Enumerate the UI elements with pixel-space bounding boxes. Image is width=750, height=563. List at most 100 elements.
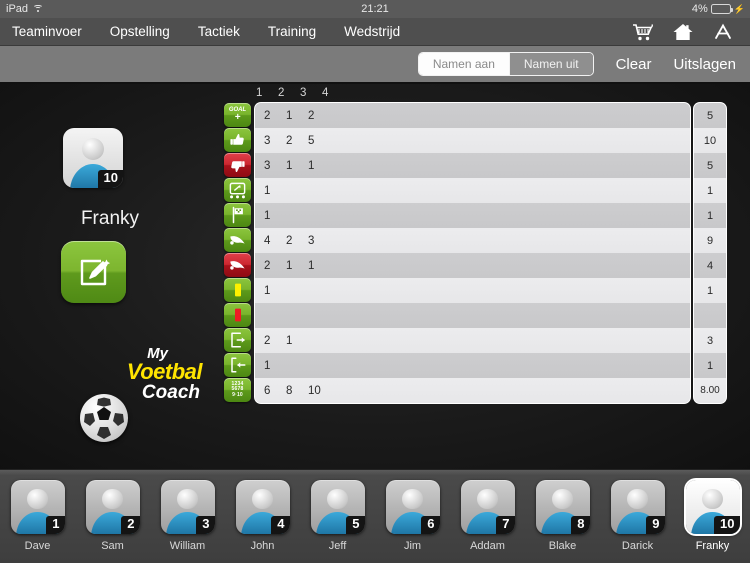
stats-cell[interactable]: 10 xyxy=(308,385,330,397)
player-number: 7 xyxy=(496,516,515,534)
stats-total-row: 9 xyxy=(694,228,726,253)
nav-item-teaminvoer[interactable]: Teaminvoer xyxy=(0,24,96,39)
stats-grid: 2 1 2 3 2 5 3 1 1 1 1 4 2 3 2 1 1 1 2 1 1 6 8 10 xyxy=(255,103,690,403)
stats-cell[interactable]: 3 xyxy=(264,135,286,147)
player-number: 5 xyxy=(346,516,365,534)
stats-cell[interactable]: 8 xyxy=(286,385,308,397)
stats-row[interactable]: 1 xyxy=(255,178,690,203)
substitute-out-icon[interactable] xyxy=(224,328,251,352)
player-avatar[interactable]: 4 xyxy=(235,480,290,534)
stats-total-value: 3 xyxy=(706,334,714,347)
stats-row[interactable]: 21 xyxy=(255,328,690,353)
stats-cell[interactable]: 3 xyxy=(308,235,330,247)
player-slot-5[interactable]: 5 Jeff xyxy=(304,480,372,552)
logo-wordmark: My Voetbal Coach xyxy=(127,346,203,403)
player-slot-6[interactable]: 6 Jim xyxy=(379,480,447,552)
battery-percent-label: 4% xyxy=(691,3,708,15)
stats-row[interactable]: 325 xyxy=(255,128,690,153)
uitslagen-button[interactable]: Uitslagen xyxy=(673,56,736,73)
player-avatar[interactable]: 1 xyxy=(10,480,65,534)
stats-cell[interactable]: 1 xyxy=(264,210,286,222)
home-icon[interactable] xyxy=(672,21,694,43)
clear-button[interactable]: Clear xyxy=(616,56,652,73)
stats-cell[interactable]: 1 xyxy=(308,160,330,172)
stats-cell[interactable]: 2 xyxy=(286,135,308,147)
stats-cell[interactable]: 1 xyxy=(286,260,308,272)
assist-pass-icon[interactable] xyxy=(224,178,251,202)
player-number: 2 xyxy=(121,516,140,534)
kick-shot-red-icon[interactable] xyxy=(224,253,251,277)
thumbs-down-icon[interactable] xyxy=(224,153,251,177)
edit-player-button[interactable] xyxy=(61,241,126,303)
substitute-in-icon[interactable] xyxy=(224,353,251,377)
segment-namen-aan[interactable]: Namen aan xyxy=(418,53,509,75)
stats-cell[interactable]: 5 xyxy=(308,135,330,147)
player-avatar[interactable]: 6 xyxy=(385,480,440,534)
stats-row[interactable]: 311 xyxy=(255,153,690,178)
stats-row[interactable]: 211 xyxy=(255,253,690,278)
player-slot-7[interactable]: 7 Addam xyxy=(454,480,522,552)
goal-plus-icon[interactable]: GOAL + xyxy=(224,103,251,127)
player-avatar[interactable]: 8 xyxy=(535,480,590,534)
red-card-icon[interactable] xyxy=(224,303,251,327)
player-selector-bar: 1 Dave 2 Sam 3 William 4 John 5 Jeff 6 Jim 7 Addam 8 Bl… xyxy=(0,469,750,563)
stats-cell[interactable]: 1 xyxy=(264,360,286,372)
shopping-cart-icon[interactable] xyxy=(632,21,654,43)
player-name-label: Blake xyxy=(548,540,577,552)
nav-item-wedstrijd[interactable]: Wedstrijd xyxy=(330,24,414,39)
stats-cell[interactable]: 1 xyxy=(286,335,308,347)
player-slot-10[interactable]: 10 Franky xyxy=(679,480,747,552)
selected-player-avatar[interactable]: 10 xyxy=(63,128,123,188)
player-slot-1[interactable]: 1 Dave xyxy=(4,480,72,552)
names-toggle-segmented-control[interactable]: Namen aan Namen uit xyxy=(417,52,594,76)
kick-shot-green-icon[interactable] xyxy=(224,228,251,252)
stats-cell[interactable]: 4 xyxy=(264,235,286,247)
stats-cell[interactable]: 2 xyxy=(264,335,286,347)
stats-cell[interactable]: 1 xyxy=(264,185,286,197)
stats-cell[interactable]: 2 xyxy=(264,260,286,272)
player-avatar[interactable]: 2 xyxy=(85,480,140,534)
player-slot-9[interactable]: 9 Darick xyxy=(604,480,672,552)
thumbs-up-icon[interactable] xyxy=(224,128,251,152)
column-header-1: 1 xyxy=(256,87,263,99)
stats-cell[interactable]: 1 xyxy=(286,160,308,172)
yellow-card-icon[interactable] xyxy=(224,278,251,302)
main-nav-bar: Teaminvoer Opstelling Tactiek Training W… xyxy=(0,18,750,46)
player-name-label: Jeff xyxy=(328,540,347,552)
player-avatar[interactable]: 5 xyxy=(310,480,365,534)
stats-row[interactable]: 1 xyxy=(255,203,690,228)
player-avatar[interactable]: 9 xyxy=(610,480,665,534)
player-number: 6 xyxy=(421,516,440,534)
player-avatar[interactable]: 10 xyxy=(685,480,740,534)
nav-item-opstelling[interactable]: Opstelling xyxy=(96,24,184,39)
stats-cell[interactable]: 2 xyxy=(264,110,286,122)
stats-row[interactable]: 1 xyxy=(255,353,690,378)
player-slot-8[interactable]: 8 Blake xyxy=(529,480,597,552)
stats-cell[interactable]: 3 xyxy=(264,160,286,172)
avatar-head-icon xyxy=(552,488,573,510)
stats-cell[interactable]: 2 xyxy=(286,235,308,247)
avatar-head-icon xyxy=(177,488,198,510)
stats-row[interactable]: 423 xyxy=(255,228,690,253)
player-avatar[interactable]: 3 xyxy=(160,480,215,534)
nav-item-tactiek[interactable]: Tactiek xyxy=(184,24,254,39)
logo-line-coach: Coach xyxy=(141,382,200,403)
segment-namen-uit[interactable]: Namen uit xyxy=(508,53,593,75)
stats-row[interactable]: 6 8 10 xyxy=(255,378,690,403)
nav-item-training[interactable]: Training xyxy=(254,24,330,39)
stats-cell[interactable]: 1 xyxy=(308,260,330,272)
stats-cell[interactable]: 2 xyxy=(308,110,330,122)
player-slot-3[interactable]: 3 William xyxy=(154,480,222,552)
stats-cell[interactable]: 1 xyxy=(286,110,308,122)
player-slot-2[interactable]: 2 Sam xyxy=(79,480,147,552)
stats-row[interactable]: 212 xyxy=(255,103,690,128)
corner-flag-icon[interactable] xyxy=(224,203,251,227)
player-slot-4[interactable]: 4 John xyxy=(229,480,297,552)
rating-numbers-icon[interactable]: 1234 5678 9·10 xyxy=(224,378,251,402)
stats-cell[interactable]: 6 xyxy=(264,385,286,397)
stats-cell[interactable]: 1 xyxy=(264,285,286,297)
stats-row[interactable] xyxy=(255,303,690,328)
stats-row[interactable]: 1 xyxy=(255,278,690,303)
app-store-icon[interactable] xyxy=(712,21,734,43)
player-avatar[interactable]: 7 xyxy=(460,480,515,534)
